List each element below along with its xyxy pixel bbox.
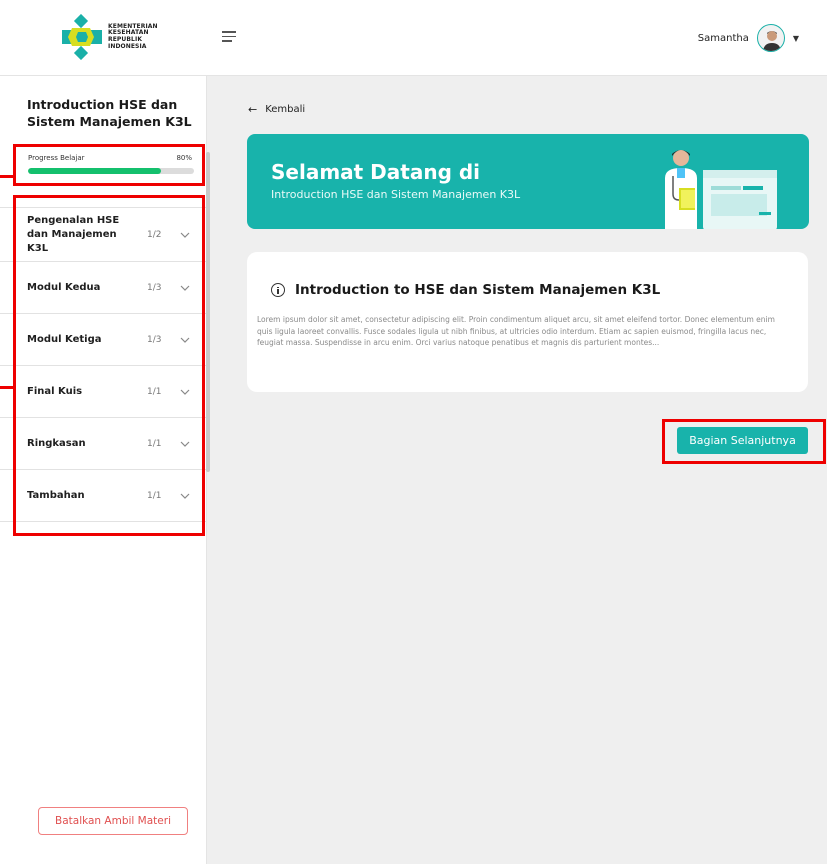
kemenkes-logo[interactable]: KEMENTERIAN KESEHATAN REPUBLIK INDONESIA <box>60 14 158 60</box>
user-menu[interactable]: Samantha ▼ <box>698 24 799 52</box>
hamburger-menu-icon[interactable] <box>222 31 236 43</box>
logo-text: KEMENTERIAN KESEHATAN REPUBLIK INDONESIA <box>108 22 158 50</box>
modules-highlight-box <box>13 195 205 536</box>
avatar[interactable] <box>756 24 785 52</box>
intro-card: Introduction to HSE dan Sistem Manajemen… <box>247 252 808 392</box>
card-title-row: Introduction to HSE dan Sistem Manajemen… <box>271 282 660 298</box>
caret-down-icon[interactable]: ▼ <box>793 34 799 43</box>
banner-title: Selamat Datang di <box>271 160 481 184</box>
card-title: Introduction to HSE dan Sistem Manajemen… <box>295 282 661 298</box>
progress-label: Progress Belajar <box>28 154 85 162</box>
info-icon <box>271 283 285 297</box>
next-section-button[interactable]: Bagian Selanjutnya <box>677 427 808 454</box>
back-label: Kembali <box>265 104 306 115</box>
card-body: Lorem ipsum dolor sit amet, consectetur … <box>257 315 775 347</box>
arrow-left-icon: ← <box>248 103 258 116</box>
progress-percent: 80% <box>176 154 192 162</box>
back-link[interactable]: ← Kembali <box>248 103 305 116</box>
doctor-illustration-icon <box>665 150 777 229</box>
highlight-connector <box>0 386 14 389</box>
banner-subtitle: Introduction HSE dan Sistem Manajemen K3… <box>271 188 521 201</box>
progress-section: Progress Belajar 80% <box>13 144 205 186</box>
course-sidebar: Introduction HSE dan Sistem Manajemen K3… <box>0 76 207 864</box>
course-title: Introduction HSE dan Sistem Manajemen K3… <box>27 97 192 129</box>
welcome-banner: Selamat Datang di Introduction HSE dan S… <box>247 134 809 229</box>
user-name: Samantha <box>697 32 749 44</box>
highlight-connector <box>0 175 14 178</box>
cancel-course-button[interactable]: Batalkan Ambil Materi <box>38 807 188 835</box>
sidebar-scrollbar[interactable] <box>206 152 210 472</box>
progress-bar <box>28 168 194 174</box>
progress-bar-fill <box>28 168 161 174</box>
logo-emblem-icon <box>62 14 102 60</box>
top-header: KEMENTERIAN KESEHATAN REPUBLIK INDONESIA… <box>0 0 827 76</box>
